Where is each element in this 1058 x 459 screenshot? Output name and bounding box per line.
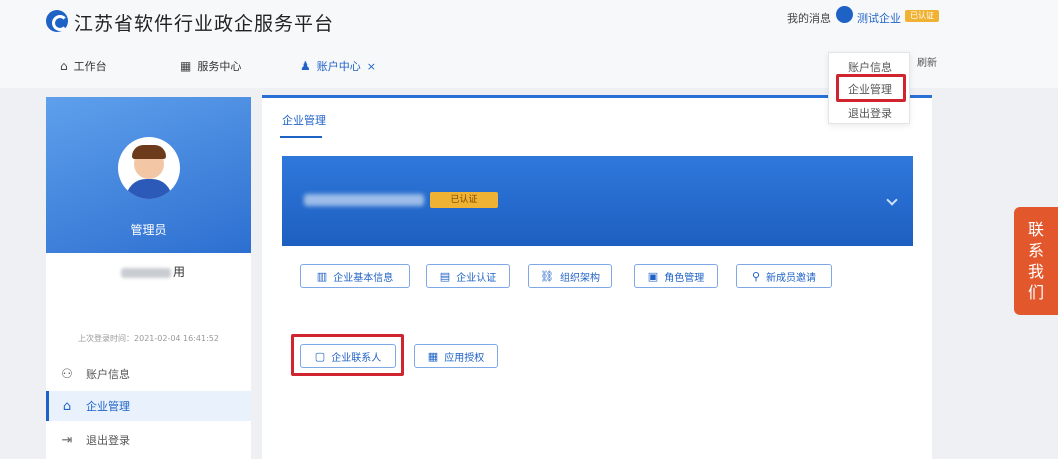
profile-banner: 管理员 [46, 97, 251, 253]
platform-logo-icon [46, 10, 68, 32]
role-icon: ▣ [647, 269, 659, 283]
contact-us-button[interactable]: 联 系 我 们 [1014, 207, 1058, 315]
sidebar-item-label: 企业管理 [86, 400, 130, 413]
enterprise-basic-info-button[interactable]: ▥ 企业基本信息 [300, 264, 410, 288]
grid-icon: ▦ [180, 59, 192, 73]
user-add-icon: ⚲ [751, 269, 761, 283]
sidebar-item-account-info[interactable]: ⚇ 账户信息 [46, 359, 251, 389]
chevron-down-icon[interactable] [886, 194, 898, 206]
tab-enterprise-management[interactable]: 企业管理 [282, 112, 326, 128]
nav-account-center[interactable]: ♟ 账户中心 × [300, 58, 376, 74]
enterprise-name-link[interactable]: 测试企业 [857, 10, 901, 26]
redacted-name [121, 267, 171, 278]
bank-icon: ⌂ [62, 398, 72, 414]
nav-workbench[interactable]: ⌂ 工作台 [60, 58, 107, 74]
tab-underline [280, 136, 322, 138]
redacted-enterprise-name [304, 194, 424, 206]
org-structure-button[interactable]: ⛓ 组织架构 [528, 264, 612, 288]
nav-account-center-label: 账户中心 [316, 60, 361, 73]
sidebar-item-label: 退出登录 [86, 434, 130, 447]
button-label: 企业认证 [456, 272, 497, 284]
platform-title: 江苏省软件行业政企服务平台 [74, 13, 335, 35]
user-icon: ⚇ [61, 366, 73, 382]
last-login-time: 上次登录时间：2021-02-04 16:41:52 [78, 334, 219, 343]
user-name-suffix: 用 [173, 265, 186, 279]
highlight-box-enterprise-management [836, 74, 906, 102]
button-label: 角色管理 [664, 272, 705, 284]
contact-us-char: 系 [1027, 241, 1044, 260]
contact-us-char: 我 [1027, 262, 1044, 281]
close-tab-icon[interactable]: × [367, 60, 376, 73]
building-icon: ▥ [316, 269, 328, 283]
highlight-box-enterprise-contact [291, 334, 404, 376]
id-card-icon: ▤ [439, 269, 451, 283]
main-content: 企业管理 已认证 ▥ 企业基本信息 ▤ 企业认证 ⛓ 组织架构 ▣ 角色管理 ⚲… [262, 98, 932, 459]
sidebar-item-enterprise-management[interactable]: ⌂ 企业管理 [46, 391, 251, 421]
enterprise-status-badge: 已认证 [905, 10, 939, 22]
button-label: 应用授权 [444, 352, 485, 364]
invite-member-button[interactable]: ⚲ 新成员邀请 [736, 264, 832, 288]
home-icon: ⌂ [60, 59, 68, 73]
button-label: 组织架构 [559, 272, 600, 284]
contact-us-char: 们 [1027, 283, 1044, 302]
org-icon: ⛓ [540, 269, 554, 283]
logout-icon: ⇥ [61, 432, 73, 448]
contact-us-char: 联 [1027, 220, 1044, 239]
user-name: 用 [121, 263, 185, 280]
enterprise-certification-button[interactable]: ▤ 企业认证 [426, 264, 510, 288]
enterprise-icon [836, 6, 853, 23]
dropdown-item-account-info[interactable]: 账户信息 [829, 59, 911, 75]
enterprise-card: 已认证 [282, 156, 913, 246]
button-label: 企业基本信息 [333, 272, 394, 284]
role-label: 管理员 [130, 223, 167, 237]
avatar [118, 137, 180, 199]
nav-service-center[interactable]: ▦ 服务中心 [180, 58, 241, 74]
nav-workbench-label: 工作台 [73, 60, 107, 73]
sidebar-item-logout[interactable]: ⇥ 退出登录 [46, 425, 251, 455]
nav-service-center-label: 服务中心 [197, 60, 242, 73]
role-management-button[interactable]: ▣ 角色管理 [634, 264, 718, 288]
dropdown-item-logout[interactable]: 退出登录 [829, 105, 911, 121]
user-icon: ♟ [300, 59, 311, 73]
app-authorization-button[interactable]: ▦ 应用授权 [414, 344, 498, 368]
my-messages-link[interactable]: 我的消息 [787, 10, 831, 26]
sidebar-item-label: 账户信息 [86, 368, 130, 381]
profile-panel: 管理员 用 上次登录时间：2021-02-04 16:41:52 ⚇ 账户信息 … [46, 97, 251, 459]
app-icon: ▦ [427, 349, 439, 363]
refresh-link[interactable]: 刷新 [917, 54, 937, 69]
certified-badge: 已认证 [430, 192, 498, 208]
button-label: 新成员邀请 [766, 272, 817, 284]
